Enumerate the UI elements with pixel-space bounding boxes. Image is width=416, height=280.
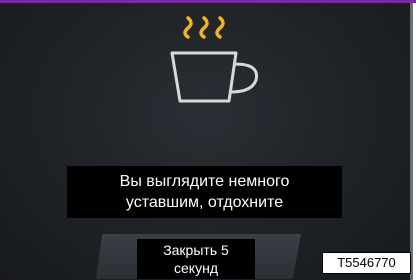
fatigue-alert-screen: Вы выглядите немного уставшим, отдохните…	[0, 3, 413, 280]
close-label-line-1: Закрыть 5	[163, 242, 229, 258]
message-line-1: Вы выглядите немного	[119, 173, 290, 190]
coffee-cup-icon	[170, 16, 259, 103]
fatigue-message: Вы выглядите немного уставшим, отдохните	[67, 166, 342, 218]
close-button-label[interactable]: Закрыть 5 секунд	[137, 239, 255, 279]
reference-code: T5546770	[322, 252, 411, 274]
close-label-line-2: секунд	[174, 260, 218, 276]
steam-icon	[183, 16, 225, 39]
cup-outline	[170, 51, 259, 103]
message-line-2: уставшим, отдохните	[125, 194, 284, 211]
